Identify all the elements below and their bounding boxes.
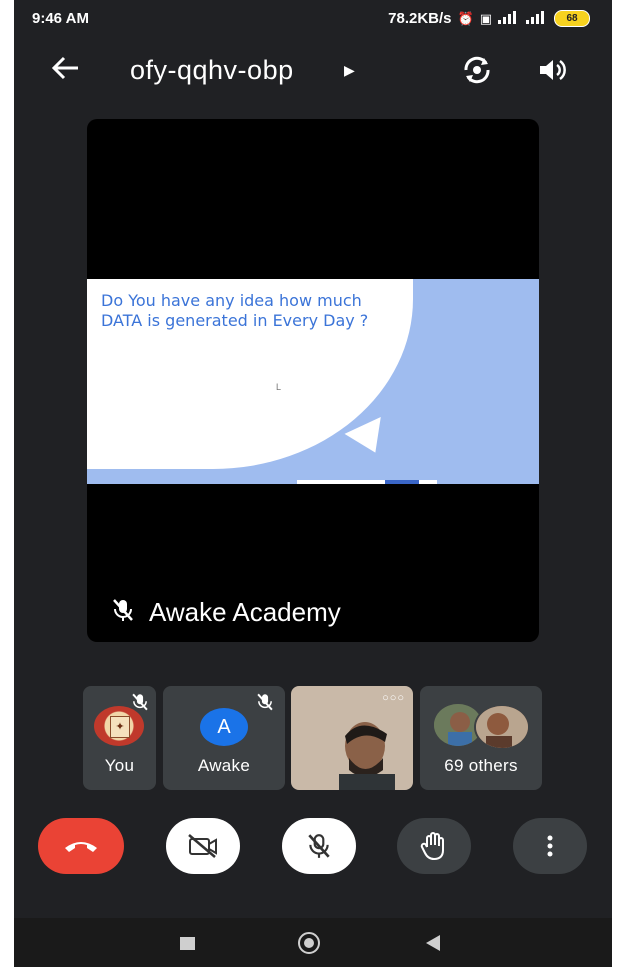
participant-label: Awake <box>197 756 251 775</box>
cursor-icon: L <box>276 382 282 392</box>
end-call-button[interactable] <box>38 818 124 874</box>
speech-bubble-tail <box>344 416 394 462</box>
participant-tile-awake[interactable]: A Awake <box>163 686 285 790</box>
more-dots-icon[interactable]: ○○○ <box>382 692 405 704</box>
switch-camera-icon[interactable] <box>460 54 494 86</box>
raise-hand-icon <box>420 832 444 860</box>
presentation-slide: Do You have any idea how much DATA is ge… <box>87 279 539 484</box>
more-vert-icon <box>547 835 553 857</box>
mic-toggle-button[interactable] <box>282 818 356 874</box>
back-arrow-icon[interactable] <box>50 54 86 84</box>
presenter-name: Awake Academy <box>149 597 341 627</box>
status-bar: 9:46 AM 78.2KB/s ⏰ ▣ 68 <box>14 0 612 40</box>
phone-screen: 9:46 AM 78.2KB/s ⏰ ▣ 68 ofy-qqhv-obp ▶ D… <box>14 0 612 967</box>
speaker-icon[interactable] <box>536 54 570 86</box>
status-time: 9:46 AM <box>32 10 89 27</box>
others-avatars <box>434 704 530 750</box>
participant-tile-video[interactable]: ○○○ <box>291 686 413 790</box>
participant-label: 69 others <box>444 756 518 775</box>
net-speed: 78.2KB/s <box>388 10 452 27</box>
avatar-image: ✦ <box>110 716 130 738</box>
recents-icon[interactable] <box>180 937 195 950</box>
meeting-header: ofy-qqhv-obp ▶ <box>14 40 612 100</box>
status-right: 78.2KB/s ⏰ ▣ 68 <box>388 10 590 27</box>
signal-icon-2 <box>526 10 548 27</box>
avatar: ✦ <box>94 706 144 746</box>
camera-off-icon <box>188 834 217 858</box>
meeting-code[interactable]: ofy-qqhv-obp <box>130 55 294 86</box>
system-nav-bar <box>14 918 612 967</box>
end-call-icon <box>65 842 97 852</box>
slide-progress-fill <box>385 480 419 484</box>
avatar <box>474 704 530 750</box>
slide-text: Do You have any idea how much DATA is ge… <box>101 291 369 330</box>
signal-icon <box>498 10 520 27</box>
presentation-tile[interactable]: Do You have any idea how much DATA is ge… <box>87 119 539 642</box>
home-icon[interactable] <box>298 932 320 954</box>
participant-tile-others[interactable]: 69 others <box>420 686 542 790</box>
back-icon[interactable] <box>426 935 440 951</box>
battery-icon: 68 <box>554 10 590 27</box>
participant-video-image <box>331 714 401 790</box>
alarm-icon: ⏰ <box>457 10 474 26</box>
mic-off-icon <box>111 597 135 628</box>
mic-off-icon <box>255 692 275 712</box>
participant-tile-you[interactable]: ✦ You <box>83 686 156 790</box>
volte-icon: ▣ <box>479 10 492 26</box>
mic-off-icon <box>308 834 330 858</box>
camera-toggle-button[interactable] <box>166 818 240 874</box>
more-options-button[interactable] <box>513 818 587 874</box>
caret-right-icon[interactable]: ▶ <box>344 62 355 79</box>
avatar: A <box>200 708 248 746</box>
participant-label: You <box>104 756 135 775</box>
presenter-label: Awake Academy <box>111 597 341 628</box>
raise-hand-button[interactable] <box>397 818 471 874</box>
